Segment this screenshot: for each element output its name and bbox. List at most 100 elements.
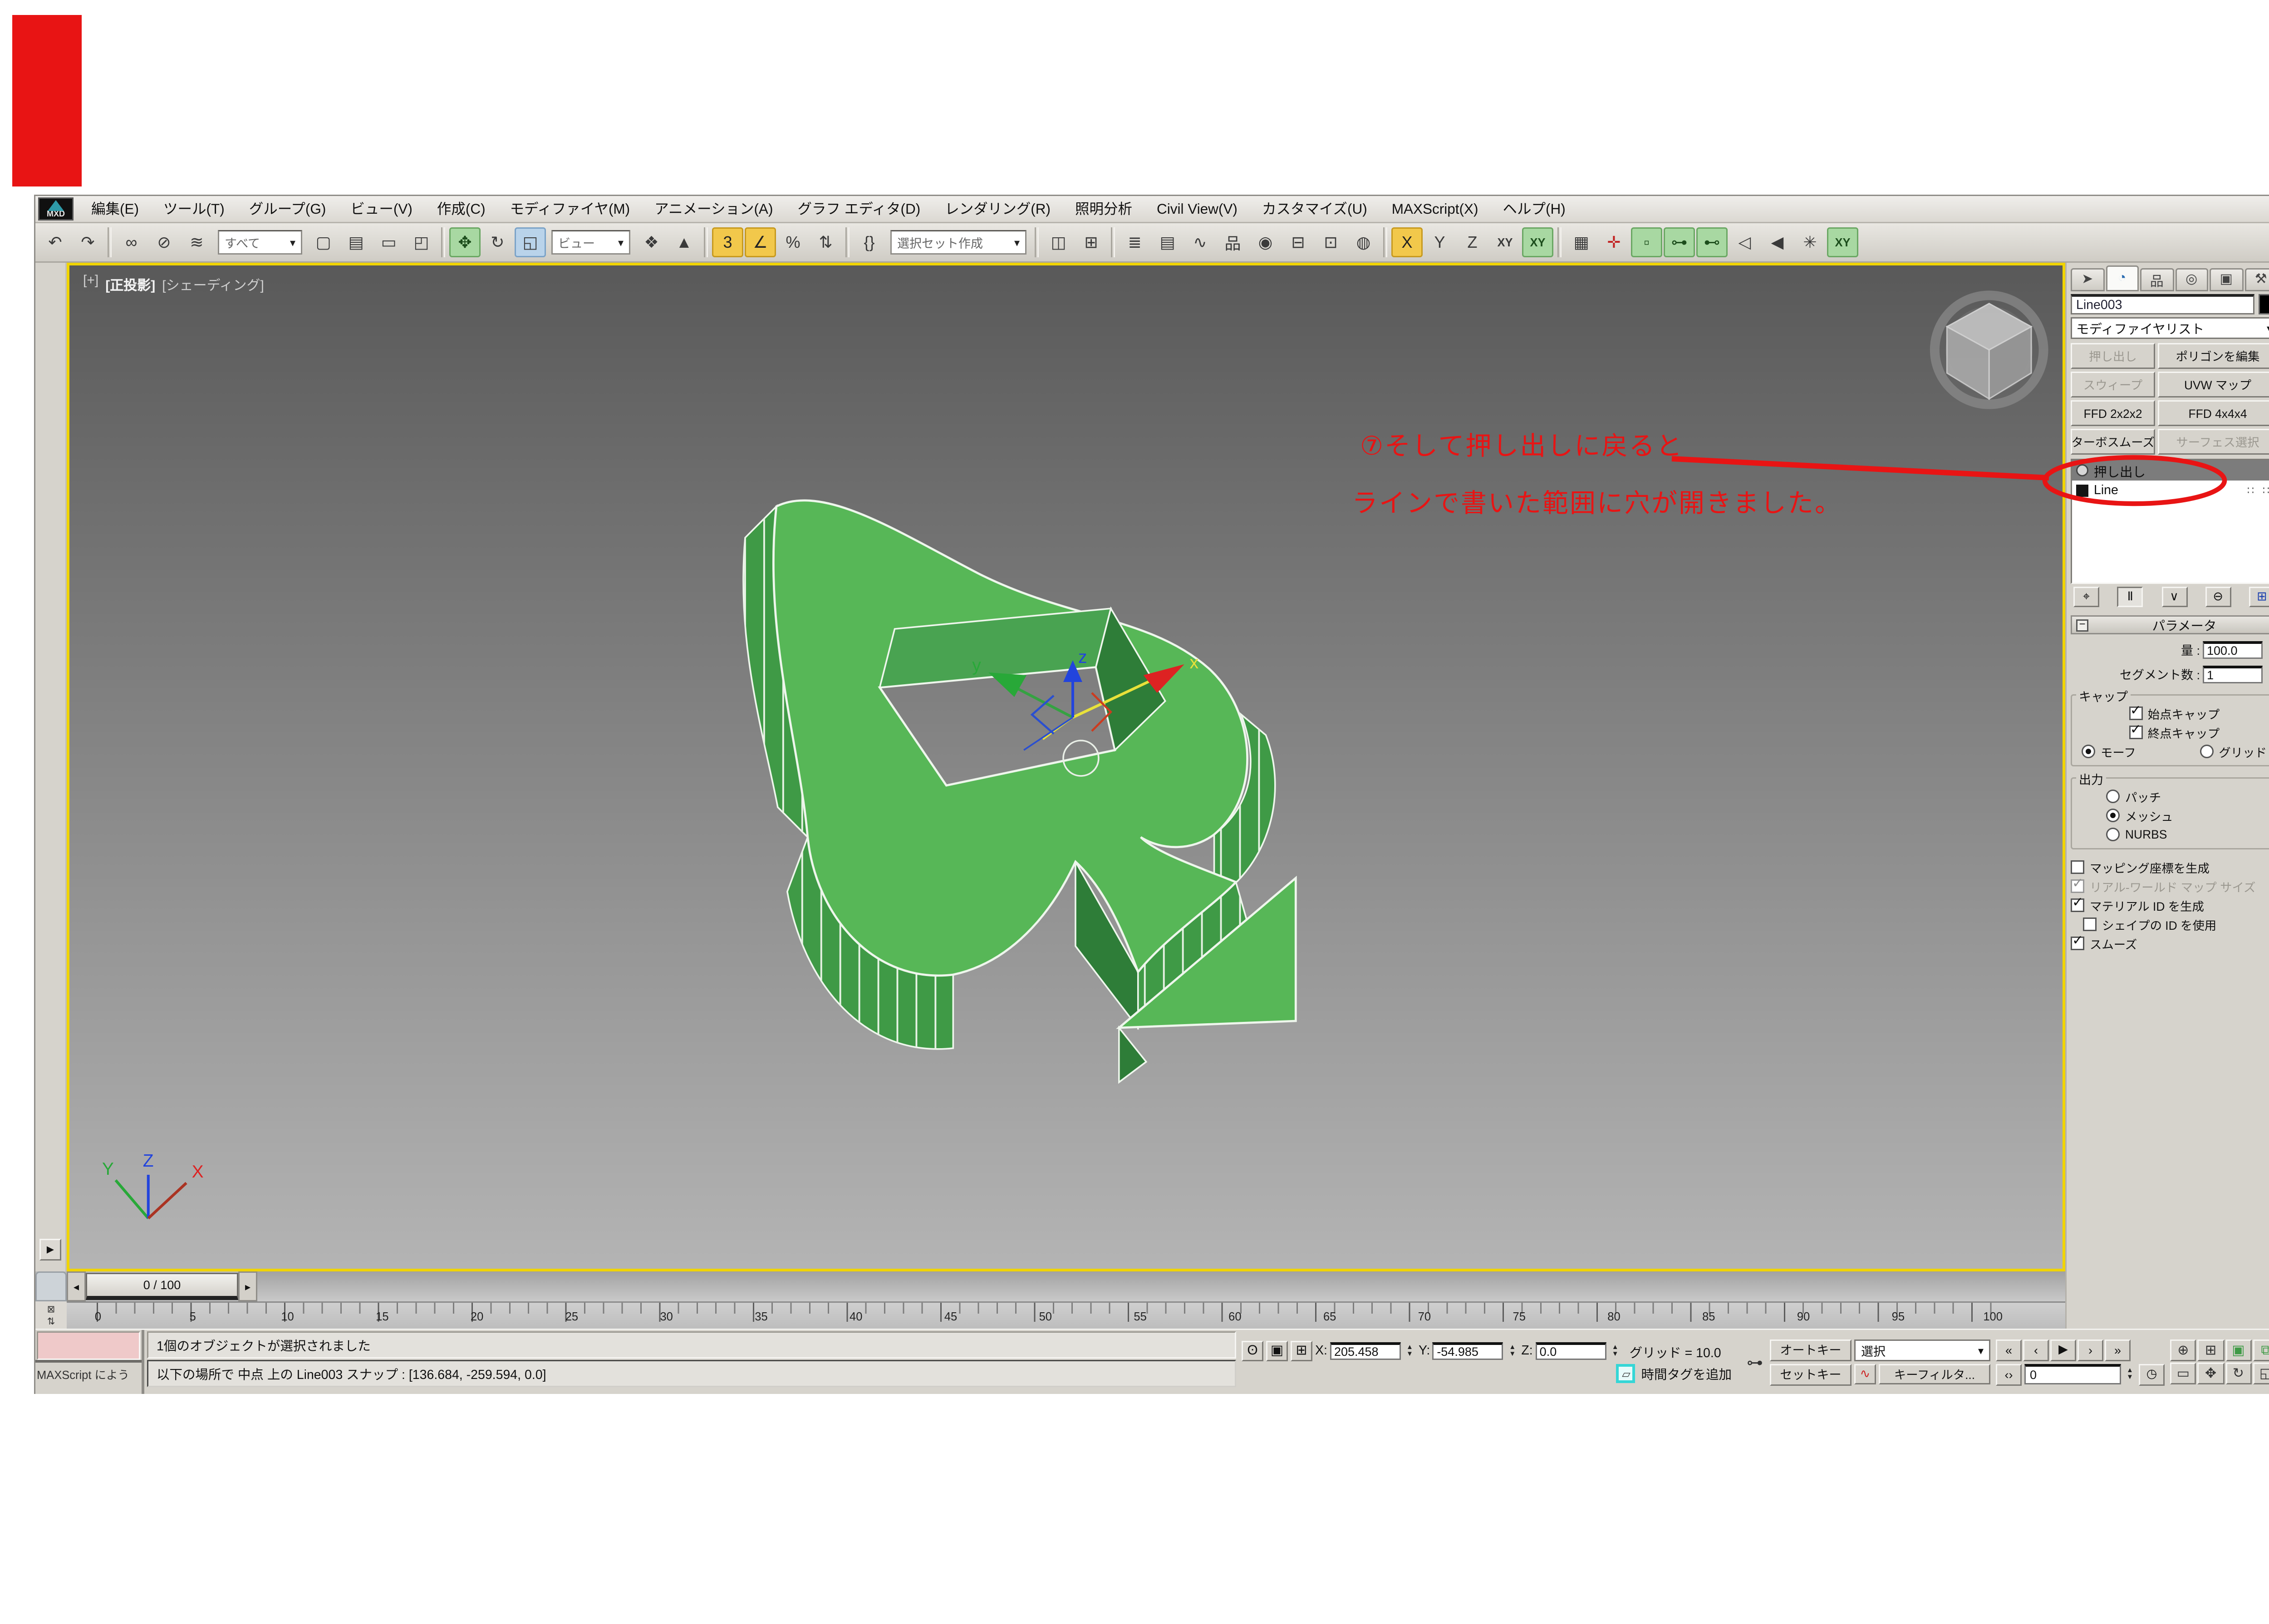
key-mode-icon[interactable]: ∿ [1854,1364,1876,1384]
y-coord-field[interactable]: -54.985 [1433,1342,1503,1360]
zoom-region-icon[interactable]: ▭ [2170,1363,2196,1384]
viewcube[interactable] [1935,295,2043,404]
isolate-toggle-icon[interactable]: ʘ [1242,1341,1263,1361]
key-filters-button[interactable]: キーフィルタ... [1879,1364,1990,1384]
radio-button[interactable] [2106,809,2120,822]
morph-radio[interactable]: モーフ [2082,742,2136,761]
time-slider-knob[interactable]: 0 / 100 [86,1273,238,1300]
prev-frame-arrow[interactable]: ◂ [67,1271,86,1301]
surface-select-button[interactable]: サーフェス選択 [2158,429,2269,455]
reference-coordinate-dropdown[interactable]: ビュー [551,230,630,255]
ffd4-button[interactable]: FFD 4x4x4 [2158,400,2269,426]
render-setup-icon[interactable]: ⊟ [1282,227,1314,257]
schematic-view-icon[interactable]: 品 [1217,227,1248,257]
add-time-tag-label[interactable]: 時間タグを追加 [1641,1364,1732,1383]
track-bar-ruler[interactable]: 0510152025303540455055606570758085909510… [67,1301,2065,1329]
x-coord-field[interactable]: 205.458 [1330,1342,1401,1360]
align-icon[interactable]: ⊞ [1076,227,1107,257]
object-color-swatch[interactable] [2259,294,2269,314]
mini-curve-icon[interactable]: ⊠ [47,1304,55,1315]
checkbox[interactable] [2129,726,2142,739]
named-selection-dropdown[interactable]: 選択セット作成 [890,230,1026,255]
segments-spinner[interactable]: ▲▼ [2265,668,2269,682]
maxscript-mini-listener[interactable]: MAXScript によう [35,1330,144,1394]
key-step-toggle[interactable]: ‹› [1996,1364,2022,1385]
current-frame-field[interactable]: 0 [2024,1364,2121,1384]
edge-snap-icon[interactable]: ◁ [1729,227,1760,257]
menu-animation[interactable]: アニメーション(A) [642,199,785,219]
expand-tray-button[interactable]: ▶ [39,1239,61,1261]
angle-snap-icon[interactable]: ∠ [745,227,776,257]
constraint-x-icon[interactable]: X [1391,227,1423,257]
configure-modifier-sets-icon[interactable]: ⊞ [2249,587,2269,607]
select-and-rotate-icon[interactable]: ↻ [482,227,513,257]
y-coord-spinner[interactable]: ▲▼ [1506,1344,1518,1358]
freeze-snap-icon[interactable]: ✳ [1794,227,1826,257]
zoom-all-icon[interactable]: ⊞ [2198,1339,2224,1361]
cap-start-checkbox[interactable]: 始点キャップ [2076,704,2269,723]
cap-end-checkbox[interactable]: 終点キャップ [2076,723,2269,742]
pan-icon[interactable]: ✥ [2198,1363,2224,1384]
set-key-button[interactable]: セットキー [1770,1364,1852,1385]
auto-key-button[interactable]: オートキー [1770,1339,1852,1361]
radio-button[interactable] [2106,790,2120,803]
tab-modify[interactable]: ◔ [2106,265,2139,291]
checkbox[interactable] [2083,917,2097,931]
smooth-checkbox[interactable]: スムーズ [2071,934,2269,953]
selection-lock-icon[interactable]: ▣ [1266,1341,1288,1361]
viewport[interactable]: [+] [正投影] [シェーディング] [67,263,2065,1271]
mesh-radio[interactable]: メッシュ [2106,806,2269,825]
menu-tools[interactable]: ツール(T) [151,199,237,219]
viewport-menu-pov[interactable]: [正投影] [105,274,155,294]
next-frame-arrow[interactable]: ▸ [238,1271,257,1301]
make-unique-icon[interactable]: ∨ [2161,587,2187,607]
snap-toggle-3d-icon[interactable]: 3 [712,227,743,257]
midpoint-snap-icon[interactable]: ⊷ [1696,227,1728,257]
select-by-name-icon[interactable]: ▤ [340,227,372,257]
undo-icon[interactable]: ↶ [39,227,71,257]
gen-mapping-coords-checkbox[interactable]: マッピング座標を生成 [2071,858,2269,877]
grid-radio[interactable]: グリッド [2200,742,2267,761]
gen-material-id-checkbox[interactable]: マテリアル ID を生成 [2071,896,2269,915]
edit-poly-button[interactable]: ポリゴンを編集 [2158,343,2269,369]
time-slider-track[interactable] [257,1271,2065,1301]
use-shape-id-checkbox[interactable]: シェイプの ID を使用 [2071,915,2269,934]
checkbox[interactable] [2129,707,2142,720]
object-name-field[interactable]: Line003 [2071,294,2254,314]
time-configuration-icon[interactable]: ◷ [2139,1364,2165,1385]
keyable-selection-dropdown[interactable]: 選択 [1854,1339,1990,1361]
window-crossing-icon[interactable]: ◰ [406,227,437,257]
curve-editor-icon[interactable]: ∿ [1184,227,1216,257]
layout-tab-piece[interactable] [35,1271,67,1301]
grid-snap-icon[interactable]: ▦ [1566,227,1597,257]
snap-xy-icon[interactable]: XY [1827,227,1858,257]
checkbox[interactable] [2071,860,2084,874]
edit-named-selection-icon[interactable]: {} [854,227,885,257]
tab-utilities[interactable]: ⚒ [2244,268,2269,291]
endpoint-snap-icon[interactable]: ⊶ [1664,227,1695,257]
tab-hierarchy[interactable]: 品 [2140,268,2174,291]
select-and-link-icon[interactable]: ∞ [116,227,147,257]
face-snap-icon[interactable]: ◀ [1762,227,1793,257]
remove-modifier-icon[interactable]: ⊖ [2205,587,2231,607]
nurbs-radio[interactable]: NURBS [2106,825,2269,844]
snap-frames-icon[interactable]: ⇅ [47,1316,55,1327]
pin-stack-icon[interactable]: ⌖ [2073,587,2099,607]
render-production-icon[interactable]: ◍ [1348,227,1379,257]
sweep-button[interactable]: スウィープ [2071,372,2155,397]
menu-edit[interactable]: 編集(E) [79,199,151,219]
spinner-snap-icon[interactable]: ⇅ [810,227,841,257]
graphite-ribbon-icon[interactable]: ▤ [1152,227,1183,257]
uvw-map-button[interactable]: UVW マップ [2158,372,2269,397]
selection-filter-dropdown[interactable]: すべて [218,230,302,255]
frame-spinner[interactable]: ▲▼ [2124,1368,2136,1381]
next-frame-button[interactable]: › [2077,1339,2103,1361]
stack-item-extrude[interactable]: 押し出し [2072,460,2269,481]
z-coord-field[interactable]: 0.0 [1536,1342,1606,1360]
isolate-selection-icon[interactable]: ▱ [1616,1364,1635,1383]
use-pivot-point-icon[interactable]: ❖ [636,227,667,257]
app-logo[interactable]: MXD [38,197,74,221]
modifier-list-dropdown[interactable]: モディファイヤリスト [2071,317,2269,339]
set-keys-icon[interactable]: ⊶ [1740,1330,1770,1394]
ffd2-button[interactable]: FFD 2x2x2 [2071,400,2155,426]
